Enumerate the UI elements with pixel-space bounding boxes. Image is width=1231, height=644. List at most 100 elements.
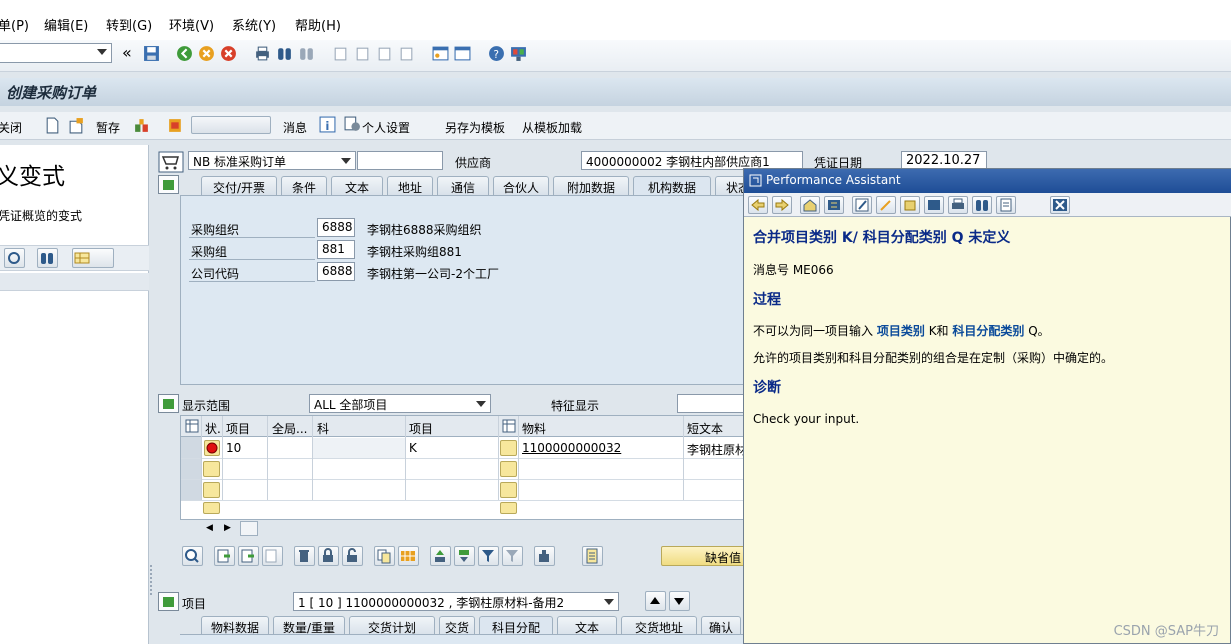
- info-icon[interactable]: i: [319, 116, 336, 133]
- cancel-icon[interactable]: [220, 45, 237, 62]
- row-material[interactable]: 1100000000032: [519, 441, 679, 455]
- row-short-text[interactable]: 李钢柱原材: [684, 441, 746, 458]
- sort-descending-button[interactable]: [454, 546, 475, 566]
- splitter[interactable]: [150, 565, 154, 595]
- save-icon[interactable]: [143, 45, 160, 62]
- tab-account-assignment[interactable]: 科目分配: [479, 616, 553, 635]
- tab-confirmations[interactable]: 确认: [701, 616, 741, 635]
- tab-conditions[interactable]: 条件: [281, 176, 327, 195]
- table-edit-button[interactable]: [398, 546, 419, 566]
- scroll-right-icon[interactable]: ▶: [224, 523, 231, 533]
- sort-ascending-button[interactable]: [430, 546, 451, 566]
- details-button[interactable]: [182, 546, 203, 566]
- next-item-button[interactable]: [669, 591, 690, 611]
- shortcut-icon[interactable]: [454, 45, 471, 62]
- empty-material-cell[interactable]: [500, 502, 517, 514]
- col-item[interactable]: 项目: [223, 420, 267, 437]
- company-code-field[interactable]: 6888: [317, 262, 355, 281]
- tab-address[interactable]: 地址: [387, 176, 433, 195]
- feature-display-field[interactable]: [677, 394, 747, 413]
- table-settings-icon[interactable]: [185, 419, 199, 433]
- refresh-button[interactable]: [4, 248, 25, 268]
- deselect-button[interactable]: [262, 546, 283, 566]
- empty-material-cell[interactable]: [500, 461, 517, 477]
- scroll-thumb[interactable]: [240, 521, 258, 536]
- layout-button[interactable]: [72, 248, 114, 268]
- print-icon[interactable]: [254, 45, 271, 62]
- new-session-icon[interactable]: [432, 45, 449, 62]
- find-next-icon[interactable]: [298, 45, 315, 62]
- help-index-button[interactable]: [996, 196, 1016, 214]
- default-values-button[interactable]: 缺省值: [661, 546, 751, 566]
- home-button[interactable]: [800, 196, 820, 214]
- save-as-template-button[interactable]: 另存为模板: [445, 119, 505, 136]
- col-short-text[interactable]: 短文本: [684, 420, 746, 437]
- col-global[interactable]: 全局...: [269, 420, 313, 437]
- document-type-select[interactable]: NB 标准采购订单: [188, 151, 356, 170]
- collapse-item-detail-icon[interactable]: [158, 592, 179, 611]
- row-item-category[interactable]: K: [406, 441, 496, 455]
- edit-button[interactable]: [852, 196, 872, 214]
- collapse-icon[interactable]: «: [122, 43, 132, 62]
- customize-layout-icon[interactable]: [510, 45, 527, 62]
- menu-item-system[interactable]: 系统(Y): [232, 15, 276, 34]
- next-page-icon[interactable]: [376, 45, 393, 62]
- col-item-category[interactable]: 项目: [406, 420, 496, 437]
- menu-item-environment[interactable]: 环境(V): [169, 15, 214, 34]
- print-help-button[interactable]: [948, 196, 968, 214]
- last-page-icon[interactable]: [398, 45, 415, 62]
- previous-item-button[interactable]: [645, 591, 666, 611]
- conditions-button[interactable]: [534, 546, 555, 566]
- new-document-icon[interactable]: [44, 117, 61, 134]
- select-block-button[interactable]: [238, 546, 259, 566]
- exit-icon[interactable]: [198, 45, 215, 62]
- search-button[interactable]: [37, 248, 58, 268]
- empty-status-cell[interactable]: [203, 482, 220, 498]
- empty-status-cell[interactable]: [203, 502, 220, 514]
- scroll-left-icon[interactable]: ◀: [206, 523, 213, 533]
- load-from-template-button[interactable]: 从模板加载: [522, 119, 582, 136]
- unlock-button[interactable]: [342, 546, 363, 566]
- item-selector[interactable]: 1 [ 10 ] 1100000000032 , 李钢柱原材料-备用2: [293, 592, 619, 611]
- purch-org-field[interactable]: 6888: [317, 218, 355, 237]
- messages-button[interactable]: 消息: [283, 119, 307, 136]
- find-icon[interactable]: [276, 45, 293, 62]
- row-item-number[interactable]: 10: [223, 441, 267, 455]
- print-preview-icon[interactable]: [167, 117, 184, 134]
- empty-status-cell[interactable]: [203, 461, 220, 477]
- delete-filter-button[interactable]: [502, 546, 523, 566]
- previous-page-icon[interactable]: [354, 45, 371, 62]
- filter-button[interactable]: [478, 546, 499, 566]
- tab-org-data[interactable]: 机构数据: [633, 176, 711, 195]
- tab-item-texts[interactable]: 文本: [557, 616, 617, 635]
- reply-button[interactable]: [924, 196, 944, 214]
- table-scrollbar[interactable]: ◀ ▶: [180, 520, 746, 538]
- select-all-button[interactable]: [214, 546, 235, 566]
- menu-item-edit[interactable]: 编辑(E): [44, 15, 88, 34]
- close-button[interactable]: 关闭: [0, 119, 22, 136]
- account-assignment-link[interactable]: 科目分配类别: [952, 324, 1024, 338]
- copy-button[interactable]: [374, 546, 395, 566]
- first-page-icon[interactable]: [332, 45, 349, 62]
- other-document-icon[interactable]: [68, 117, 85, 134]
- empty-material-cell[interactable]: [500, 482, 517, 498]
- collapse-header-icon[interactable]: [158, 175, 179, 194]
- item-category-link[interactable]: 项目类别: [877, 324, 925, 338]
- check-icon[interactable]: [133, 117, 150, 134]
- account-assignment-cell[interactable]: [313, 438, 405, 458]
- lock-button[interactable]: [318, 546, 339, 566]
- help-icon[interactable]: ?: [488, 45, 505, 62]
- document-overview-button[interactable]: [582, 546, 603, 566]
- tab-material-data[interactable]: 物料数据: [201, 616, 269, 635]
- tab-delivery-invoice[interactable]: 交付/开票: [201, 176, 277, 195]
- tab-delivery[interactable]: 交货: [439, 616, 475, 635]
- material-cell-button[interactable]: [500, 440, 517, 456]
- link-button[interactable]: [876, 196, 896, 214]
- col-material[interactable]: 物料: [519, 420, 679, 437]
- command-field[interactable]: [0, 43, 112, 63]
- tab-delivery-address[interactable]: 交货地址: [621, 616, 697, 635]
- tab-texts[interactable]: 文本: [331, 176, 383, 195]
- find-help-button[interactable]: [972, 196, 992, 214]
- col-status[interactable]: 状.: [202, 420, 224, 437]
- blank-button[interactable]: [191, 116, 271, 134]
